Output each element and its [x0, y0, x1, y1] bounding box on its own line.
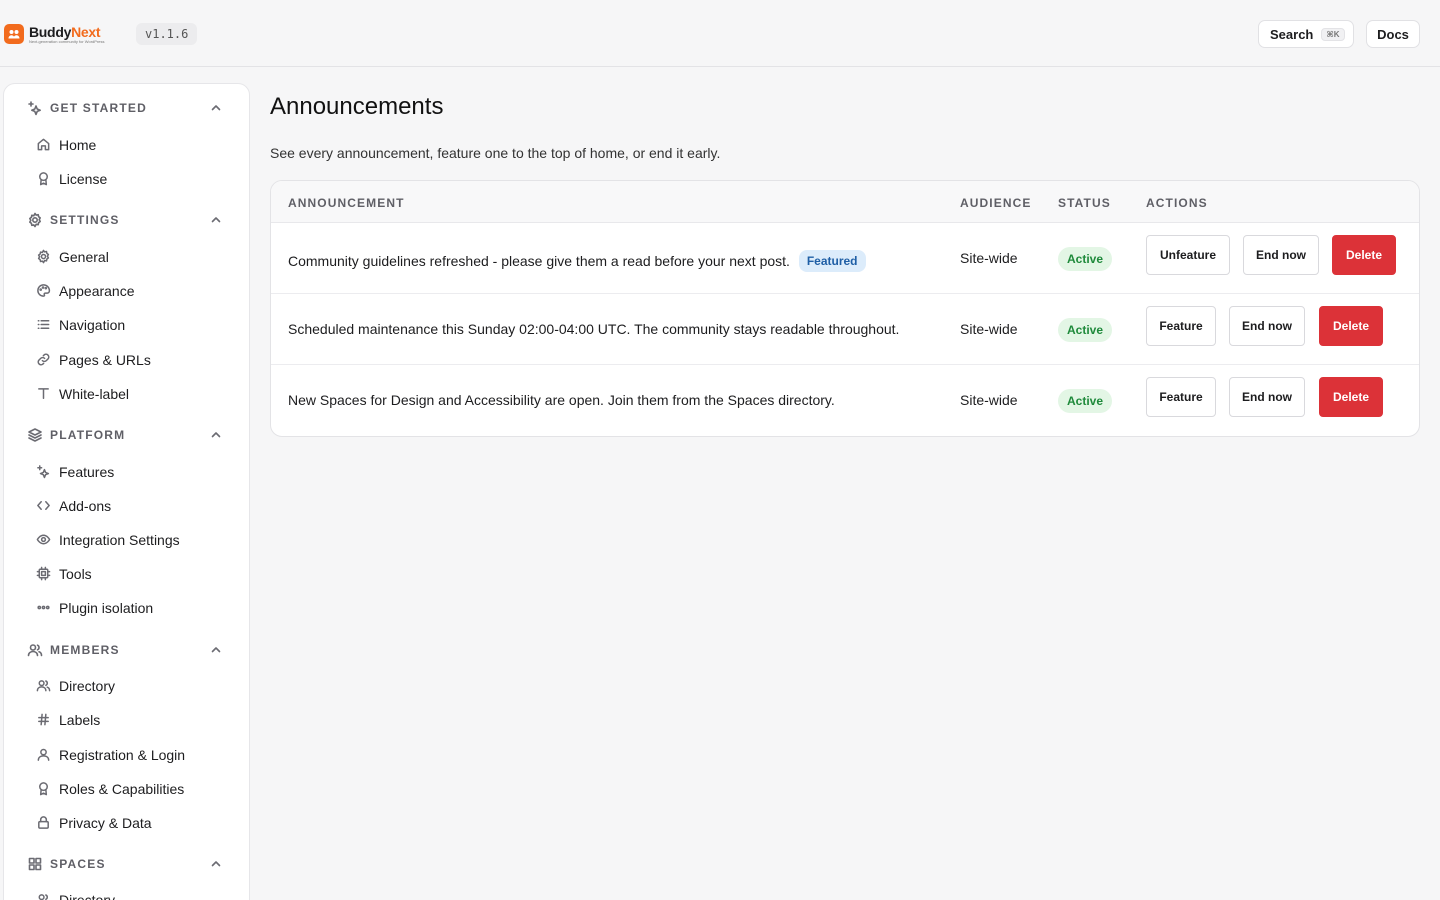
section-settings[interactable]: SETTINGS — [4, 208, 249, 232]
users-icon — [38, 894, 48, 900]
audience-cell: Site-wide — [960, 392, 1018, 408]
status-badge: Active — [1058, 389, 1113, 413]
announcement-cell: Community guidelines refreshed - please … — [288, 250, 866, 272]
section-members[interactable]: MEMBERS — [4, 638, 249, 662]
page-description: See every announcement, feature one to t… — [270, 145, 721, 161]
announcements-table: ANNOUNCEMENT AUDIENCE STATUS ACTIONS Com… — [270, 180, 1420, 437]
sidebar-item-home[interactable]: Home — [28, 131, 238, 159]
docs-button[interactable]: Docs — [1366, 20, 1420, 48]
end-now-button[interactable]: End now — [1229, 377, 1305, 417]
search-shortcut: ⌘K — [1321, 27, 1345, 41]
code-icon — [37, 501, 50, 510]
end-now-button[interactable]: End now — [1229, 306, 1305, 346]
list-icon — [37, 320, 50, 329]
audience-cell: Site-wide — [960, 321, 1018, 337]
search-label: Search — [1270, 26, 1314, 42]
section-get-started[interactable]: GET STARTED — [4, 96, 249, 120]
sidebar-item-plugin-isolation[interactable]: Plugin isolation — [28, 594, 238, 622]
sidebar-item-integration-settings[interactable]: Integration Settings — [28, 526, 238, 554]
chevron-up-icon[interactable] — [210, 102, 222, 114]
sidebar-item-add-ons[interactable]: Add-ons — [28, 492, 238, 520]
version-badge: v1.1.6 — [136, 23, 198, 45]
end-now-button[interactable]: End now — [1243, 235, 1319, 275]
eye-icon — [36, 534, 51, 545]
page-title: Announcements — [270, 93, 444, 120]
section-platform[interactable]: PLATFORM — [4, 423, 249, 447]
sidebar-item-privacy-data[interactable]: Privacy & Data — [28, 809, 238, 837]
table-row: New Spaces for Design and Accessibility … — [271, 365, 1419, 436]
cpu-icon — [36, 566, 51, 581]
gear-icon — [37, 249, 50, 264]
sidebar-item-labels[interactable]: Labels — [28, 706, 238, 734]
link-icon — [37, 353, 50, 366]
audience-cell: Site-wide — [960, 250, 1018, 266]
chevron-up-icon[interactable] — [210, 644, 222, 656]
type-icon — [38, 388, 49, 399]
sidebar-item-spaces-directory[interactable]: Directory — [28, 886, 238, 900]
award-icon — [39, 172, 48, 186]
brand-name: BuddyNext — [29, 23, 101, 40]
sidebar-item-registration-login[interactable]: Registration & Login — [28, 741, 238, 769]
delete-button[interactable]: Delete — [1319, 306, 1383, 346]
column-header-status: STATUS — [1058, 196, 1111, 210]
status-badge: Active — [1058, 247, 1113, 271]
delete-button[interactable]: Delete — [1319, 377, 1383, 417]
user-icon — [37, 748, 50, 761]
status-badge: Active — [1058, 318, 1113, 342]
sidebar-item-roles-capabilities[interactable]: Roles & Capabilities — [28, 775, 238, 803]
gear-icon — [29, 212, 41, 228]
sidebar: GET STARTED Home License SETTINGS Genera… — [3, 83, 250, 900]
home-icon — [37, 138, 50, 151]
sidebar-item-tools[interactable]: Tools — [28, 560, 238, 588]
users-icon — [36, 680, 51, 692]
chevron-up-icon[interactable] — [210, 858, 222, 870]
sidebar-item-members-directory[interactable]: Directory — [28, 672, 238, 700]
hash-icon — [38, 713, 49, 726]
sidebar-item-features[interactable]: Features — [28, 458, 238, 486]
sidebar-item-white-label[interactable]: White-label — [28, 380, 238, 408]
sidebar-item-general[interactable]: General — [28, 243, 238, 271]
table-row: Community guidelines refreshed - please … — [271, 223, 1419, 294]
grid-icon — [28, 857, 42, 871]
sidebar-item-pages-urls[interactable]: Pages & URLs — [28, 346, 238, 374]
top-bar: BuddyNext Next-generation community for … — [0, 0, 1440, 67]
feature-button[interactable]: Feature — [1146, 306, 1216, 346]
brand-logo[interactable]: BuddyNext Next-generation community for … — [4, 23, 105, 45]
dots-icon — [37, 605, 50, 610]
announcement-text: New Spaces for Design and Accessibility … — [288, 392, 835, 408]
search-button[interactable]: Search ⌘K — [1258, 20, 1354, 48]
announcement-text: Scheduled maintenance this Sunday 02:00-… — [288, 321, 900, 337]
featured-badge: Featured — [798, 250, 866, 272]
chevron-up-icon[interactable] — [210, 214, 222, 226]
announcement-text: Community guidelines refreshed - please … — [288, 253, 790, 269]
column-header-actions: ACTIONS — [1146, 196, 1208, 210]
sidebar-item-navigation[interactable]: Navigation — [28, 311, 238, 339]
column-header-announcement: ANNOUNCEMENT — [288, 196, 405, 210]
logo-mark-icon — [4, 24, 24, 44]
sidebar-item-license[interactable]: License — [28, 165, 238, 193]
sparkles-icon — [28, 101, 41, 116]
layers-icon — [28, 428, 42, 442]
delete-button[interactable]: Delete — [1332, 235, 1396, 275]
table-row: Scheduled maintenance this Sunday 02:00-… — [271, 294, 1419, 365]
table-header: ANNOUNCEMENT AUDIENCE STATUS ACTIONS — [271, 181, 1419, 223]
award-icon — [39, 782, 48, 796]
sidebar-item-appearance[interactable]: Appearance — [28, 277, 238, 305]
chevron-up-icon[interactable] — [210, 429, 222, 441]
sparkles-icon — [37, 465, 50, 479]
brand-tagline: Next-generation community for WordPress — [29, 38, 105, 44]
unfeature-button[interactable]: Unfeature — [1146, 235, 1230, 275]
palette-icon — [37, 284, 51, 297]
feature-button[interactable]: Feature — [1146, 377, 1216, 417]
lock-icon — [38, 816, 49, 829]
section-spaces[interactable]: SPACES — [4, 852, 249, 876]
column-header-audience: AUDIENCE — [960, 196, 1032, 210]
users-icon — [27, 644, 43, 657]
